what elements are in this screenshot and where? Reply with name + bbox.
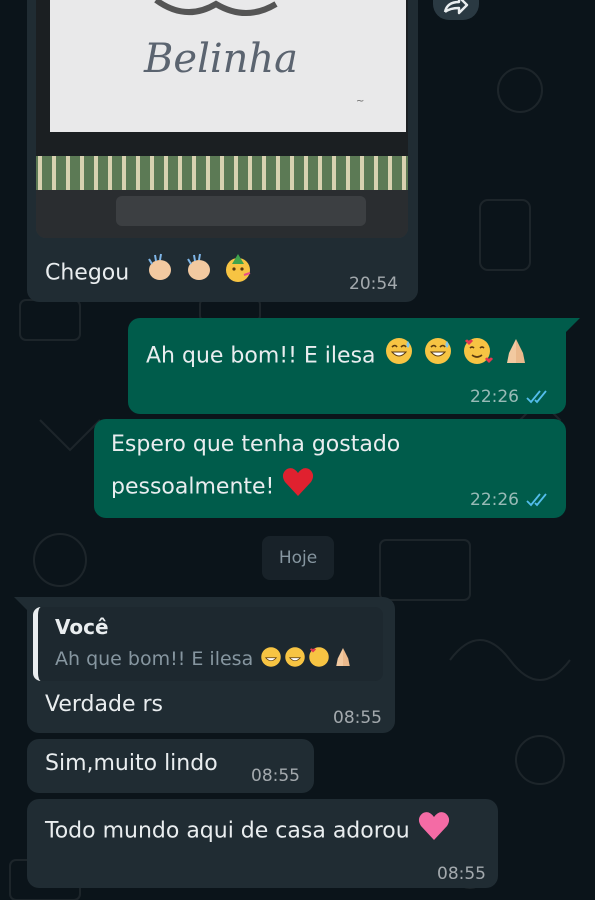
clapping-hands-emoji xyxy=(183,252,215,295)
grinning-sweat-emoji xyxy=(383,335,415,378)
forward-button[interactable] xyxy=(433,0,479,20)
quoted-message[interactable]: Você Ah que bom!! E ilesa xyxy=(33,607,383,681)
smiling-hearts-emoji xyxy=(461,335,493,378)
grinning-sweat-emoji xyxy=(259,645,283,674)
message-text-line1: Espero que tenha gostado xyxy=(111,432,401,457)
message-timestamp: 22:26 xyxy=(470,387,519,407)
clapping-hands-emoji xyxy=(144,252,176,295)
folded-hands-emoji xyxy=(500,335,532,378)
bubble-tail xyxy=(14,597,28,611)
grinning-sweat-emoji xyxy=(422,335,454,378)
message-text-line2: pessoalmente! xyxy=(111,466,315,509)
message-text: Ah que bom!! E ilesa xyxy=(146,335,532,378)
forward-icon xyxy=(443,0,469,15)
folded-hands-emoji xyxy=(331,645,355,674)
message-timestamp: 08:55 xyxy=(251,766,300,786)
read-receipt-icon xyxy=(526,390,547,404)
bubble-tail xyxy=(566,318,580,332)
red-heart-emoji xyxy=(281,466,315,509)
message-timestamp: 22:26 xyxy=(470,490,519,510)
message-text: Todo mundo aqui de casa adorou xyxy=(45,810,451,853)
photo-art-lettering: Belinha xyxy=(143,36,298,82)
message-timestamp: 08:55 xyxy=(437,864,486,884)
quoted-text: Ah que bom!! E ilesa xyxy=(55,645,355,674)
grinning-sweat-emoji xyxy=(283,645,307,674)
framed-artwork-image: Belinha ~ xyxy=(36,0,408,238)
message-timestamp: 08:55 xyxy=(333,708,382,728)
smiling-hearts-emoji xyxy=(307,645,331,674)
message-timestamp: 20:54 xyxy=(349,274,398,294)
partying-face-emoji xyxy=(222,252,254,295)
quoted-author: Você xyxy=(55,615,109,639)
read-receipt-icon xyxy=(526,493,547,507)
pink-heart-emoji xyxy=(417,810,451,853)
date-divider: Hoje xyxy=(262,536,334,580)
svg-text:~: ~ xyxy=(356,96,364,107)
shared-photo[interactable]: Belinha ~ xyxy=(36,0,408,238)
message-text: Chegou xyxy=(45,252,254,295)
message-text: Verdade rs xyxy=(45,692,163,717)
message-text: Sim,muito lindo xyxy=(45,751,218,776)
